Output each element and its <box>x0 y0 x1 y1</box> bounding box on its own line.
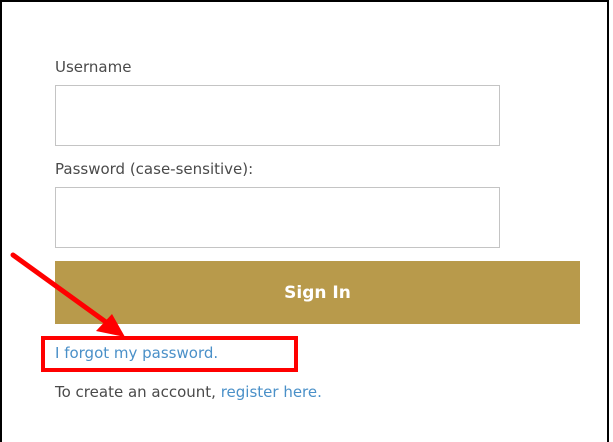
create-account-text: To create an account, <box>55 383 221 401</box>
sign-in-button[interactable]: Sign In <box>55 261 580 324</box>
password-label: Password (case-sensitive): <box>55 160 254 178</box>
login-panel: Username Password (case-sensitive): Sign… <box>0 0 609 442</box>
password-field[interactable] <box>55 187 500 248</box>
highlight-box <box>41 336 298 372</box>
username-field[interactable] <box>55 85 500 146</box>
register-link[interactable]: register here. <box>221 383 322 401</box>
create-account-line: To create an account, register here. <box>55 383 322 401</box>
username-label: Username <box>55 58 132 76</box>
